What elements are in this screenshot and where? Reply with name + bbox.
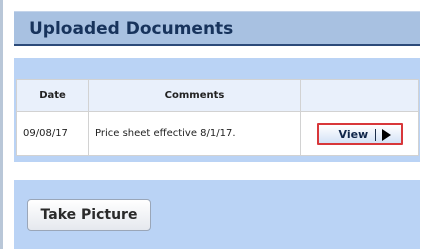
column-header-comments: Comments — [88, 79, 301, 112]
column-header-action — [300, 79, 419, 112]
view-document-button[interactable]: View — [316, 122, 403, 145]
section-header: Uploaded Documents — [14, 11, 420, 46]
left-divider — [0, 0, 3, 249]
actions-panel: Take Picture — [14, 180, 420, 249]
button-separator — [374, 128, 376, 141]
document-date: 09/08/17 — [16, 111, 89, 156]
column-header-date: Date — [16, 79, 89, 112]
document-action-cell: View — [300, 111, 419, 156]
section-title: Uploaded Documents — [29, 19, 234, 39]
screen: Uploaded Documents Date Comments 09/08/1… — [0, 0, 436, 249]
table-row: 09/08/17 Price sheet effective 8/1/17. V… — [16, 111, 419, 156]
play-icon — [381, 128, 391, 141]
take-picture-button[interactable]: Take Picture — [27, 199, 151, 231]
documents-panel: Date Comments 09/08/17 Price sheet effec… — [14, 58, 420, 162]
table-header-row: Date Comments — [16, 79, 419, 112]
document-comment: Price sheet effective 8/1/17. — [88, 111, 301, 156]
view-button-label: View — [338, 127, 369, 141]
documents-table: Date Comments 09/08/17 Price sheet effec… — [16, 79, 419, 156]
